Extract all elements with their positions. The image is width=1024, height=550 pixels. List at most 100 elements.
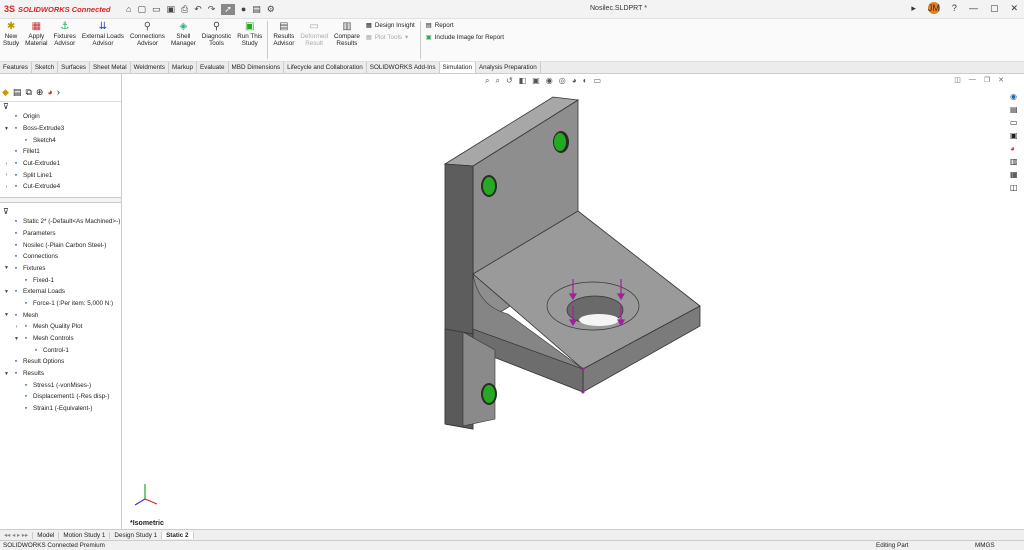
open-folder-icon[interactable]: ▭	[152, 4, 161, 15]
dimxpert-icon[interactable]: ⊕	[36, 87, 44, 98]
view-palette-icon[interactable]: ▣	[1010, 131, 1024, 142]
tab-weldments[interactable]: Weldments	[131, 62, 169, 73]
tree-node[interactable]: ▪ Result Options	[2, 356, 121, 368]
tab-model[interactable]: Model	[33, 531, 60, 539]
tab-nav-arrows[interactable]: ◂◂ ◂ ▸ ▸▸	[0, 531, 34, 539]
redo-icon[interactable]: ↷	[208, 4, 216, 15]
save-icon[interactable]: ▣	[166, 4, 175, 15]
bracket-model[interactable]	[123, 74, 1024, 529]
expand-toggle-icon[interactable]: ▼	[2, 126, 11, 132]
tree-node[interactable]: › ▪ Mesh Quality Plot	[2, 321, 121, 333]
tree-node[interactable]: ▪ Sketch4	[2, 134, 121, 146]
expand-toggle-icon[interactable]: ›	[12, 324, 21, 330]
expand-toggle-icon[interactable]: ›	[2, 161, 11, 167]
tree-node[interactable]: ▪ Stress1 (-vonMises-)	[2, 379, 121, 391]
expand-toggle-icon[interactable]: ▼	[12, 336, 21, 342]
recycle-icon[interactable]: ◫	[1010, 183, 1024, 194]
tree-splitter[interactable]	[0, 196, 121, 203]
graphics-area[interactable]: ⌕ ⌕ ↺ ◧ ▣ ◉ ◎ ◕ ◐ ▭ ◫ — ❐ ✕	[123, 74, 1024, 529]
tree-node[interactable]: › ▪ Split Line1	[2, 169, 121, 181]
minimize-icon[interactable]: —	[969, 3, 978, 13]
app-logo[interactable]: 3S SOLIDWORKS Connected	[0, 4, 118, 14]
home-icon[interactable]: ⌂	[126, 4, 131, 14]
configuration-manager-icon[interactable]: ⧉	[25, 87, 31, 98]
expand-toggle-icon[interactable]: ▼	[2, 289, 11, 295]
print-icon[interactable]: ⎙	[181, 4, 188, 15]
filter-icon[interactable]: ⊽	[0, 102, 121, 111]
design-library-icon[interactable]: ▤	[1010, 105, 1024, 116]
solidworks-resources-icon[interactable]: ◉	[1010, 92, 1024, 103]
tab-sheet-metal[interactable]: Sheet Metal	[90, 62, 131, 73]
tab-mbd-dimensions[interactable]: MBD Dimensions	[229, 62, 285, 73]
sim-filter-icon[interactable]: ⊽	[0, 207, 121, 216]
tree-node[interactable]: ▼ ▪ Boss-Extrude3	[2, 123, 121, 135]
command-prompt-icon[interactable]: ▸	[911, 3, 916, 14]
shell-manager-button[interactable]: ◈ Shell Manager	[168, 19, 199, 47]
expand-toggle-icon[interactable]: ▼	[2, 371, 11, 377]
tree-node[interactable]: ▪ Nosilec (-Plain Carbon Steel-)	[2, 239, 121, 251]
traffic-light-icon[interactable]: ●	[241, 4, 246, 14]
tab-simulation[interactable]: Simulation	[439, 62, 476, 73]
tab-features[interactable]: Features	[0, 62, 32, 73]
plot-tools-button[interactable]: ▦ Plot Tools ▾	[366, 34, 415, 41]
expand-toggle-icon[interactable]: ›	[2, 184, 11, 190]
new-study-button[interactable]: ✱ New Study	[0, 19, 22, 47]
tree-node[interactable]: ▪ Control-1	[2, 344, 121, 356]
user-avatar[interactable]: JM	[927, 2, 940, 14]
maximize-icon[interactable]: ▢	[990, 3, 999, 14]
tree-node[interactable]: ▼ ▪ Mesh Controls	[2, 333, 121, 345]
custom-properties-icon[interactable]: ▥	[1010, 157, 1024, 168]
fixtures-advisor-button[interactable]: ⚓ Fixtures Advisor	[51, 19, 79, 47]
deformed-result-button[interactable]: ▭ Deformed Result	[297, 19, 331, 47]
tree-node[interactable]: ▪ Fixed-1	[2, 274, 121, 286]
new-document-icon[interactable]: ▢	[137, 4, 146, 15]
expand-toggle-icon[interactable]: ▼	[2, 312, 11, 318]
file-explorer-icon[interactable]: ▭	[1010, 118, 1024, 129]
expand-toggle-icon[interactable]: ›	[2, 172, 11, 178]
tab-markup[interactable]: Markup	[169, 62, 197, 73]
property-manager-icon[interactable]: ▤	[13, 87, 22, 98]
tree-node[interactable]: ▪ Fillet1	[2, 146, 121, 158]
select-pointer-icon[interactable]: ➚	[221, 3, 235, 15]
compare-results-button[interactable]: ▥ Compare Results	[331, 19, 363, 47]
tree-node[interactable]: ▪ Parameters	[2, 228, 121, 240]
undo-icon[interactable]: ↶	[194, 4, 202, 15]
run-study-button[interactable]: ▣ Run This Study	[234, 19, 265, 47]
tab-static-study[interactable]: Static 2	[162, 531, 194, 539]
results-advisor-button[interactable]: ▤ Results Advisor	[270, 19, 297, 47]
tab-motion-study[interactable]: Motion Study 1	[59, 531, 111, 539]
tree-node[interactable]: ▪ Force-1 (:Per item: 5,000 N:)	[2, 298, 121, 310]
tab-addins[interactable]: SOLIDWORKS Add-Ins	[367, 62, 440, 73]
tab-evaluate[interactable]: Evaluate	[197, 62, 229, 73]
tree-node[interactable]: ▪ Displacement1 (-Res disp-)	[2, 391, 121, 403]
tree-node[interactable]: › ▪ Cut-Extrude1	[2, 158, 121, 170]
tree-node[interactable]: ▪ Static 2* (-Default<As Machined>-)	[2, 216, 121, 228]
tree-node[interactable]: ▼ ▪ Results	[2, 368, 121, 380]
design-insight-button[interactable]: ▦ Design Insight	[366, 22, 415, 29]
feature-manager-icon[interactable]: ◆	[2, 87, 9, 98]
appearances-icon[interactable]: ◕	[1010, 144, 1024, 155]
external-loads-advisor-button[interactable]: ⇊ External Loads Advisor	[79, 19, 127, 47]
tree-node[interactable]: ▼ ▪ Fixtures	[2, 263, 121, 275]
tree-node[interactable]: ▼ ▪ External Loads	[2, 286, 121, 298]
tab-surfaces[interactable]: Surfaces	[58, 62, 90, 73]
tab-design-study[interactable]: Design Study 1	[110, 531, 163, 539]
forum-icon[interactable]: ▦	[1010, 170, 1024, 181]
expand-toggle-icon[interactable]: ▼	[2, 265, 11, 271]
tab-analysis-preparation[interactable]: Analysis Preparation	[476, 62, 541, 73]
tab-lifecycle[interactable]: Lifecycle and Collaboration	[284, 62, 367, 73]
help-icon[interactable]: ?	[952, 3, 957, 13]
panel-expand-icon[interactable]: ›	[57, 87, 60, 98]
tree-node[interactable]: ▪ Connections	[2, 251, 121, 263]
connections-advisor-button[interactable]: ⚲ Connections Advisor	[127, 19, 168, 47]
diagnostic-tools-button[interactable]: ⚲ Diagnostic Tools	[199, 19, 234, 47]
tree-node[interactable]: ▼ ▪ Mesh	[2, 309, 121, 321]
include-image-button[interactable]: ▣ Include Image for Report	[426, 34, 504, 41]
tab-sketch[interactable]: Sketch	[32, 62, 59, 73]
apply-material-button[interactable]: ▦ Apply Material	[22, 19, 50, 47]
tree-node[interactable]: › ▪ Cut-Extrude4	[2, 181, 121, 193]
display-manager-icon[interactable]: ◕	[47, 87, 52, 98]
tree-node[interactable]: ▪ Origin	[2, 111, 121, 123]
close-icon[interactable]: ✕	[1010, 3, 1018, 14]
tree-node[interactable]: ▪ Strain1 (-Equivalent-)	[2, 403, 121, 415]
